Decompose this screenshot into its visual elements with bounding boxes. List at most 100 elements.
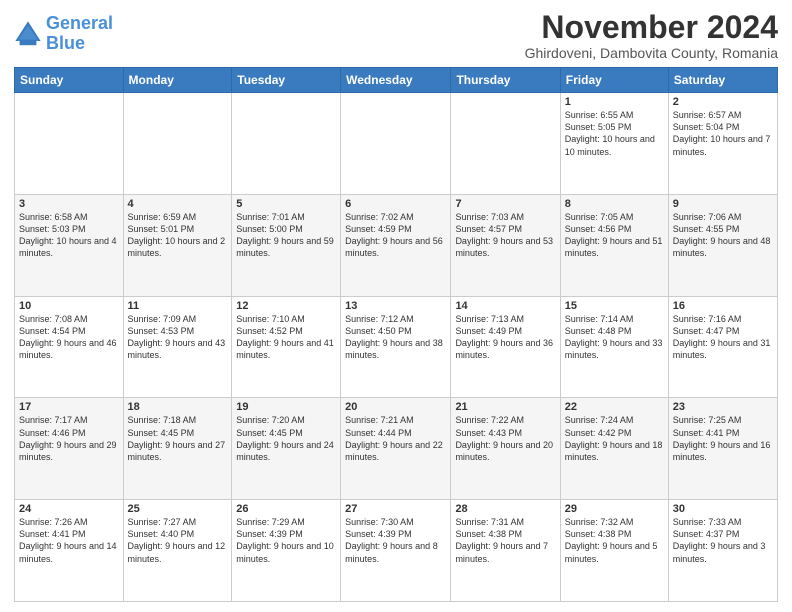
day-info: Sunrise: 7:18 AM Sunset: 4:45 PM Dayligh… (128, 414, 228, 463)
day-number: 23 (673, 401, 773, 413)
day-info: Sunrise: 7:05 AM Sunset: 4:56 PM Dayligh… (565, 211, 664, 260)
day-number: 2 (673, 96, 773, 108)
day-info: Sunrise: 7:03 AM Sunset: 4:57 PM Dayligh… (455, 211, 555, 260)
day-number: 15 (565, 300, 664, 312)
logo-general: General (46, 13, 113, 33)
header-wednesday: Wednesday (341, 68, 451, 93)
header-monday: Monday (123, 68, 232, 93)
calendar-cell: 27Sunrise: 7:30 AM Sunset: 4:39 PM Dayli… (341, 500, 451, 602)
day-number: 10 (19, 300, 119, 312)
day-info: Sunrise: 6:58 AM Sunset: 5:03 PM Dayligh… (19, 211, 119, 260)
logo-text: General Blue (46, 14, 113, 54)
calendar-cell: 17Sunrise: 7:17 AM Sunset: 4:46 PM Dayli… (15, 398, 124, 500)
calendar-week-1: 3Sunrise: 6:58 AM Sunset: 5:03 PM Daylig… (15, 194, 778, 296)
logo-blue: Blue (46, 33, 85, 53)
page: General Blue November 2024 Ghirdoveni, D… (0, 0, 792, 612)
calendar-cell: 18Sunrise: 7:18 AM Sunset: 4:45 PM Dayli… (123, 398, 232, 500)
day-info: Sunrise: 7:08 AM Sunset: 4:54 PM Dayligh… (19, 313, 119, 362)
day-number: 1 (565, 96, 664, 108)
day-number: 17 (19, 401, 119, 413)
calendar-cell: 2Sunrise: 6:57 AM Sunset: 5:04 PM Daylig… (668, 93, 777, 195)
logo-icon (14, 20, 42, 48)
calendar-cell: 3Sunrise: 6:58 AM Sunset: 5:03 PM Daylig… (15, 194, 124, 296)
calendar-cell: 11Sunrise: 7:09 AM Sunset: 4:53 PM Dayli… (123, 296, 232, 398)
calendar-cell (341, 93, 451, 195)
calendar-week-3: 17Sunrise: 7:17 AM Sunset: 4:46 PM Dayli… (15, 398, 778, 500)
day-info: Sunrise: 7:14 AM Sunset: 4:48 PM Dayligh… (565, 313, 664, 362)
day-info: Sunrise: 7:22 AM Sunset: 4:43 PM Dayligh… (455, 414, 555, 463)
header-tuesday: Tuesday (232, 68, 341, 93)
day-info: Sunrise: 7:01 AM Sunset: 5:00 PM Dayligh… (236, 211, 336, 260)
calendar-cell (15, 93, 124, 195)
day-info: Sunrise: 7:25 AM Sunset: 4:41 PM Dayligh… (673, 414, 773, 463)
day-number: 8 (565, 198, 664, 210)
calendar-cell: 6Sunrise: 7:02 AM Sunset: 4:59 PM Daylig… (341, 194, 451, 296)
header-friday: Friday (560, 68, 668, 93)
day-number: 9 (673, 198, 773, 210)
day-number: 16 (673, 300, 773, 312)
calendar-body: 1Sunrise: 6:55 AM Sunset: 5:05 PM Daylig… (15, 93, 778, 602)
calendar-cell: 16Sunrise: 7:16 AM Sunset: 4:47 PM Dayli… (668, 296, 777, 398)
calendar-cell: 26Sunrise: 7:29 AM Sunset: 4:39 PM Dayli… (232, 500, 341, 602)
day-info: Sunrise: 7:06 AM Sunset: 4:55 PM Dayligh… (673, 211, 773, 260)
day-info: Sunrise: 7:12 AM Sunset: 4:50 PM Dayligh… (345, 313, 446, 362)
calendar-cell: 20Sunrise: 7:21 AM Sunset: 4:44 PM Dayli… (341, 398, 451, 500)
calendar-cell: 14Sunrise: 7:13 AM Sunset: 4:49 PM Dayli… (451, 296, 560, 398)
header-sunday: Sunday (15, 68, 124, 93)
header: General Blue November 2024 Ghirdoveni, D… (14, 10, 778, 61)
calendar-cell: 10Sunrise: 7:08 AM Sunset: 4:54 PM Dayli… (15, 296, 124, 398)
calendar-cell: 21Sunrise: 7:22 AM Sunset: 4:43 PM Dayli… (451, 398, 560, 500)
day-info: Sunrise: 7:02 AM Sunset: 4:59 PM Dayligh… (345, 211, 446, 260)
header-thursday: Thursday (451, 68, 560, 93)
day-info: Sunrise: 7:24 AM Sunset: 4:42 PM Dayligh… (565, 414, 664, 463)
day-number: 22 (565, 401, 664, 413)
day-info: Sunrise: 7:31 AM Sunset: 4:38 PM Dayligh… (455, 516, 555, 565)
day-number: 11 (128, 300, 228, 312)
day-number: 5 (236, 198, 336, 210)
day-info: Sunrise: 7:27 AM Sunset: 4:40 PM Dayligh… (128, 516, 228, 565)
main-title: November 2024 (525, 10, 778, 45)
day-info: Sunrise: 7:09 AM Sunset: 4:53 PM Dayligh… (128, 313, 228, 362)
day-number: 13 (345, 300, 446, 312)
calendar-table: Sunday Monday Tuesday Wednesday Thursday… (14, 67, 778, 602)
day-number: 7 (455, 198, 555, 210)
calendar-cell: 13Sunrise: 7:12 AM Sunset: 4:50 PM Dayli… (341, 296, 451, 398)
calendar-cell: 24Sunrise: 7:26 AM Sunset: 4:41 PM Dayli… (15, 500, 124, 602)
calendar-week-2: 10Sunrise: 7:08 AM Sunset: 4:54 PM Dayli… (15, 296, 778, 398)
day-info: Sunrise: 6:55 AM Sunset: 5:05 PM Dayligh… (565, 109, 664, 158)
day-info: Sunrise: 7:20 AM Sunset: 4:45 PM Dayligh… (236, 414, 336, 463)
day-info: Sunrise: 6:57 AM Sunset: 5:04 PM Dayligh… (673, 109, 773, 158)
calendar-week-0: 1Sunrise: 6:55 AM Sunset: 5:05 PM Daylig… (15, 93, 778, 195)
calendar-cell: 4Sunrise: 6:59 AM Sunset: 5:01 PM Daylig… (123, 194, 232, 296)
day-info: Sunrise: 7:16 AM Sunset: 4:47 PM Dayligh… (673, 313, 773, 362)
day-number: 28 (455, 503, 555, 515)
title-block: November 2024 Ghirdoveni, Dambovita Coun… (525, 10, 778, 61)
day-info: Sunrise: 7:13 AM Sunset: 4:49 PM Dayligh… (455, 313, 555, 362)
day-number: 18 (128, 401, 228, 413)
day-number: 30 (673, 503, 773, 515)
day-info: Sunrise: 7:30 AM Sunset: 4:39 PM Dayligh… (345, 516, 446, 565)
day-number: 21 (455, 401, 555, 413)
day-number: 14 (455, 300, 555, 312)
calendar-cell: 5Sunrise: 7:01 AM Sunset: 5:00 PM Daylig… (232, 194, 341, 296)
calendar-cell: 28Sunrise: 7:31 AM Sunset: 4:38 PM Dayli… (451, 500, 560, 602)
calendar-cell: 30Sunrise: 7:33 AM Sunset: 4:37 PM Dayli… (668, 500, 777, 602)
calendar-cell: 7Sunrise: 7:03 AM Sunset: 4:57 PM Daylig… (451, 194, 560, 296)
calendar-cell: 9Sunrise: 7:06 AM Sunset: 4:55 PM Daylig… (668, 194, 777, 296)
calendar-cell: 25Sunrise: 7:27 AM Sunset: 4:40 PM Dayli… (123, 500, 232, 602)
day-info: Sunrise: 7:26 AM Sunset: 4:41 PM Dayligh… (19, 516, 119, 565)
day-info: Sunrise: 6:59 AM Sunset: 5:01 PM Dayligh… (128, 211, 228, 260)
day-info: Sunrise: 7:10 AM Sunset: 4:52 PM Dayligh… (236, 313, 336, 362)
calendar-cell: 29Sunrise: 7:32 AM Sunset: 4:38 PM Dayli… (560, 500, 668, 602)
day-number: 4 (128, 198, 228, 210)
subtitle: Ghirdoveni, Dambovita County, Romania (525, 45, 778, 61)
day-number: 27 (345, 503, 446, 515)
calendar-cell: 8Sunrise: 7:05 AM Sunset: 4:56 PM Daylig… (560, 194, 668, 296)
day-number: 29 (565, 503, 664, 515)
day-number: 24 (19, 503, 119, 515)
day-number: 26 (236, 503, 336, 515)
day-info: Sunrise: 7:32 AM Sunset: 4:38 PM Dayligh… (565, 516, 664, 565)
calendar-cell: 22Sunrise: 7:24 AM Sunset: 4:42 PM Dayli… (560, 398, 668, 500)
day-number: 6 (345, 198, 446, 210)
header-row: Sunday Monday Tuesday Wednesday Thursday… (15, 68, 778, 93)
